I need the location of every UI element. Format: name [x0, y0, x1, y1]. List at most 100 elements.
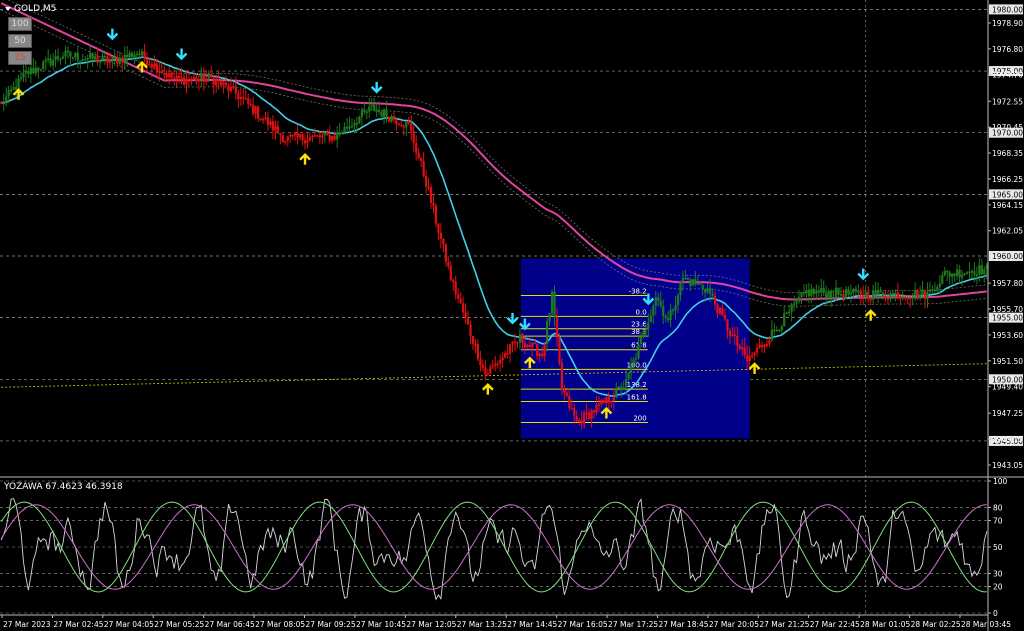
price-bar-body — [760, 344, 764, 347]
price-bar-body — [111, 57, 114, 61]
price-bar-body — [681, 278, 685, 283]
price-tick-label: 1974.70 — [992, 71, 1023, 80]
price-bar-body — [126, 54, 129, 58]
price-bar-body — [778, 329, 781, 332]
price-bar-body — [210, 74, 213, 78]
price-bar-body — [373, 104, 376, 112]
price-bar-body — [113, 57, 116, 59]
price-bar-body — [570, 407, 573, 410]
time-tick-label: 28 Mar 03:45 — [961, 620, 1011, 629]
price-bar-body — [365, 111, 368, 113]
price-bar-body — [434, 205, 438, 224]
price-bar-body — [385, 109, 388, 117]
price-bar-body — [548, 313, 551, 322]
price-tick-label: 1957.80 — [992, 279, 1023, 288]
price-bar-body — [192, 77, 196, 79]
price-bar-body — [239, 97, 242, 99]
price-bar-body — [634, 358, 638, 360]
price-bar-body — [746, 354, 749, 362]
price-bar-body — [284, 140, 287, 143]
fib-level-label: 161.8 — [627, 393, 647, 401]
price-bar-body — [649, 315, 652, 323]
price-bar-body — [17, 78, 20, 90]
price-bar-body — [348, 126, 351, 129]
fibonacci-retracement[interactable]: -38.20.023.638.261.8100.0138.2161.8200 — [520, 258, 750, 439]
price-bar-body — [316, 135, 319, 137]
price-bar-body — [780, 326, 783, 331]
price-bar-body — [891, 293, 895, 295]
price-bar-body — [513, 341, 517, 344]
price-bar-body — [331, 135, 334, 141]
price-tick-label: 1949.40 — [992, 383, 1023, 392]
price-bar-body — [447, 261, 450, 266]
price-bar-body — [12, 87, 15, 91]
price-bar-body — [289, 134, 292, 137]
price-bar-body — [800, 292, 803, 298]
price-bar-body — [879, 290, 882, 293]
price-bar-body — [817, 290, 820, 293]
price-bar-body — [417, 152, 420, 159]
price-bar-body — [797, 297, 801, 302]
price-bar-body — [177, 75, 181, 79]
price-bar-body — [721, 307, 724, 315]
price-bar-body — [247, 98, 250, 104]
price-bar-body — [889, 293, 892, 299]
price-bar-body — [266, 117, 270, 126]
chart-canvas[interactable]: -38.20.023.638.261.8100.0138.2161.8200 1… — [0, 0, 1024, 631]
period-button-25[interactable]: 25 — [8, 51, 32, 65]
price-bar-body — [555, 317, 559, 338]
price-bar-body — [526, 345, 529, 348]
price-bar-body — [336, 132, 339, 140]
price-tick-label: 1978.90 — [992, 19, 1023, 28]
price-bar-body — [501, 357, 504, 361]
price-bar-body — [22, 72, 25, 78]
price-bar-body — [345, 126, 349, 129]
price-bar-body — [743, 347, 746, 355]
price-bar-body — [654, 297, 657, 306]
price-tick-label: 1968.35 — [992, 149, 1023, 158]
price-bar-body — [252, 104, 255, 114]
price-bar-body — [595, 404, 598, 413]
price-bar-body — [101, 55, 104, 61]
price-bar-body — [536, 344, 539, 357]
price-bar-body — [387, 116, 391, 122]
price-tick-label: 1962.05 — [992, 227, 1023, 236]
time-tick-label: 27 Mar 20:05 — [709, 620, 759, 629]
period-button-50[interactable]: 50 — [8, 34, 32, 48]
price-bar-body — [321, 135, 324, 138]
time-tick-label: 28 Mar 02:25 — [911, 620, 961, 629]
price-bar-body — [876, 290, 880, 296]
fib-level-label: 100.0 — [627, 361, 647, 369]
price-bar-body — [575, 415, 578, 422]
price-bar-body — [597, 404, 601, 406]
price-bar-body — [948, 272, 951, 277]
price-bar-body — [479, 359, 482, 365]
price-bar-body — [629, 366, 633, 373]
price-bar-body — [768, 340, 771, 345]
price-bar-body — [180, 77, 183, 79]
price-bar-body — [795, 301, 798, 304]
price-bar-body — [229, 87, 233, 92]
price-bar-body — [269, 121, 272, 126]
time-tick-label: 27 Mar 12:05 — [406, 620, 456, 629]
price-bar-body — [81, 59, 84, 62]
price-bar-body — [896, 292, 899, 299]
price-bar-body — [901, 296, 904, 299]
price-bar-body — [647, 322, 650, 330]
price-bar-body — [963, 273, 966, 276]
price-bar-body — [14, 87, 18, 90]
price-bar-body — [543, 343, 546, 356]
price-bar-body — [459, 298, 462, 304]
price-tick-label: 1976.80 — [992, 45, 1023, 54]
price-bar-body — [884, 296, 887, 299]
price-bar-body — [951, 273, 954, 277]
price-bar-body — [844, 289, 848, 299]
price-bar-body — [143, 51, 146, 59]
price-bar-body — [279, 133, 282, 136]
price-bar-body — [96, 56, 99, 63]
price-bar-body — [207, 74, 210, 79]
price-bar-body — [163, 73, 166, 75]
price-bar-body — [916, 290, 919, 299]
price-bar-body — [24, 70, 28, 73]
period-button-100[interactable]: 100 — [8, 17, 32, 31]
